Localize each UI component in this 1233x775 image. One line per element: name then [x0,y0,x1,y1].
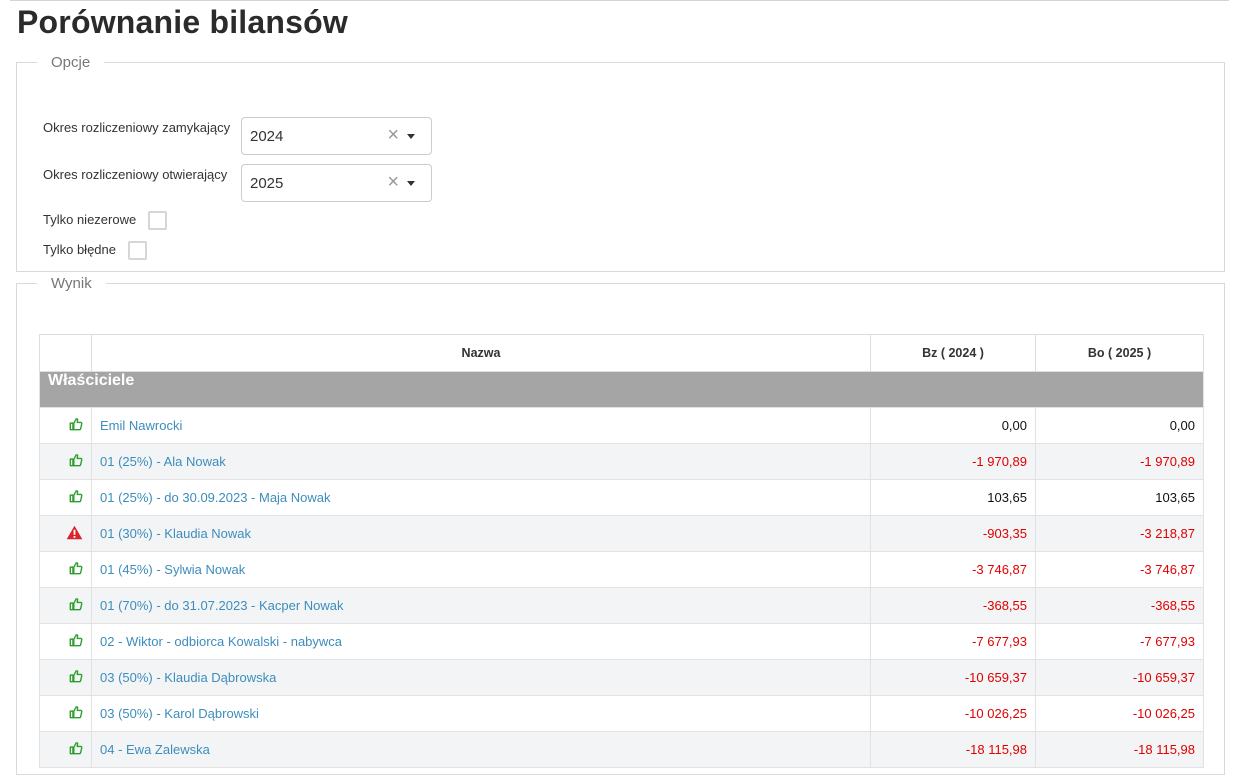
bo-column-header[interactable]: Bo ( 2025 ) [1035,334,1204,372]
name-column-header[interactable]: Nazwa [91,334,871,372]
status-cell [39,731,92,768]
bz-value: -10 026,25 [870,695,1036,732]
options-panel: Opcje Okres rozliczeniowy zamykający 202… [16,54,1225,272]
status-cell [39,623,92,660]
thumbs-up-icon [69,742,83,758]
thumbs-up-icon [69,562,83,578]
bo-value: -10 659,37 [1035,659,1204,696]
clear-icon[interactable]: × [387,124,399,146]
closing-period-select[interactable]: 2024 × [241,117,432,155]
closing-period-value: 2024 [250,128,284,145]
table-header-row: Nazwa Bz ( 2024 ) Bo ( 2025 ) [39,334,1204,372]
opening-period-select[interactable]: 2025 × [241,164,432,202]
status-cell [39,407,92,444]
name-cell: Emil Nawrocki [91,407,871,444]
thumbs-up-icon [69,490,83,506]
balance-comparison-table: Nazwa Bz ( 2024 ) Bo ( 2025 ) Właściciel… [39,334,1204,768]
owner-link[interactable]: Emil Nawrocki [100,418,182,433]
bo-value: -18 115,98 [1035,731,1204,768]
options-legend: Opcje [51,54,91,71]
status-cell [39,587,92,624]
table-row: 01 (70%) - do 31.07.2023 - Kacper Nowak -… [39,587,1204,624]
owner-link[interactable]: 01 (25%) - Ala Nowak [100,454,226,469]
opening-period-label: Okres rozliczeniowy otwierający [43,167,228,182]
clear-icon[interactable]: × [387,171,399,193]
status-cell [39,659,92,696]
table-row: 02 - Wiktor - odbiorca Kowalski - nabywc… [39,623,1204,660]
bz-value: -18 115,98 [870,731,1036,768]
owner-link[interactable]: 01 (70%) - do 31.07.2023 - Kacper Nowak [100,598,344,613]
thumbs-up-icon [69,670,83,686]
table-row: 01 (30%) - Klaudia Nowak -903,35 -3 218,87 [39,515,1204,552]
name-cell: 01 (70%) - do 31.07.2023 - Kacper Nowak [91,587,871,624]
name-cell: 01 (45%) - Sylwia Nowak [91,551,871,588]
errors-only-label: Tylko błędne [43,242,116,257]
bz-column-header[interactable]: Bz ( 2024 ) [870,334,1036,372]
bz-value: 0,00 [870,407,1036,444]
page-title: Porównanie bilansów [17,4,348,40]
result-legend: Wynik [51,275,92,292]
name-cell: 01 (30%) - Klaudia Nowak [91,515,871,552]
owner-link[interactable]: 03 (50%) - Karol Dąbrowski [100,706,259,721]
bo-value: -368,55 [1035,587,1204,624]
table-row: 01 (25%) - Ala Nowak -1 970,89 -1 970,89 [39,443,1204,480]
status-cell [39,515,92,552]
owner-link[interactable]: 02 - Wiktor - odbiorca Kowalski - nabywc… [100,634,342,649]
table-row: Emil Nawrocki 0,00 0,00 [39,407,1204,444]
status-cell [39,551,92,588]
thumbs-up-icon [69,598,83,614]
errors-only-checkbox[interactable] [128,241,147,260]
bz-value: -903,35 [870,515,1036,552]
name-cell: 01 (25%) - do 30.09.2023 - Maja Nowak [91,479,871,516]
thumbs-up-icon [69,454,83,470]
name-cell: 03 (50%) - Karol Dąbrowski [91,695,871,732]
name-cell: 04 - Ewa Zalewska [91,731,871,768]
status-cell [39,443,92,480]
bo-value: 0,00 [1035,407,1204,444]
name-cell: 01 (25%) - Ala Nowak [91,443,871,480]
opening-period-value: 2025 [250,175,284,192]
bo-value: -1 970,89 [1035,443,1204,480]
group-header: Właściciele [39,371,1204,408]
bo-value: 103,65 [1035,479,1204,516]
top-divider [10,0,1229,1]
thumbs-up-icon [69,418,83,434]
owner-link[interactable]: 03 (50%) - Klaudia Dąbrowska [100,670,276,685]
nonzero-only-checkbox[interactable] [148,211,167,230]
chevron-down-icon[interactable] [407,181,415,186]
name-cell: 02 - Wiktor - odbiorca Kowalski - nabywc… [91,623,871,660]
owner-link[interactable]: 04 - Ewa Zalewska [100,742,210,757]
bo-value: -10 026,25 [1035,695,1204,732]
table-row: 01 (45%) - Sylwia Nowak -3 746,87 -3 746,8… [39,551,1204,588]
bz-value: -368,55 [870,587,1036,624]
result-panel: Wynik Nazwa Bz ( 2024 ) Bo ( 2025 ) Właś… [16,275,1225,775]
status-cell [39,479,92,516]
nonzero-only-label: Tylko niezerowe [43,212,137,227]
status-column-header [39,334,92,372]
name-cell: 03 (50%) - Klaudia Dąbrowska [91,659,871,696]
table-row: 03 (50%) - Klaudia Dąbrowska -10 659,37 -1… [39,659,1204,696]
bo-value: -7 677,93 [1035,623,1204,660]
bz-value: -3 746,87 [870,551,1036,588]
warning-icon [66,525,83,543]
owner-link[interactable]: 01 (25%) - do 30.09.2023 - Maja Nowak [100,490,331,505]
bo-value: -3 218,87 [1035,515,1204,552]
bz-value: -7 677,93 [870,623,1036,660]
status-cell [39,695,92,732]
bz-value: 103,65 [870,479,1036,516]
owner-link[interactable]: 01 (45%) - Sylwia Nowak [100,562,245,577]
closing-period-label: Okres rozliczeniowy zamykający [43,120,231,135]
owner-link[interactable]: 01 (30%) - Klaudia Nowak [100,526,251,541]
bo-value: -3 746,87 [1035,551,1204,588]
table-row: 01 (25%) - do 30.09.2023 - Maja Nowak 103… [39,479,1204,516]
bz-value: -1 970,89 [870,443,1036,480]
thumbs-up-icon [69,634,83,650]
table-row: 03 (50%) - Karol Dąbrowski -10 026,25 -10 … [39,695,1204,732]
chevron-down-icon[interactable] [407,134,415,139]
thumbs-up-icon [69,706,83,722]
group-header-row: Właściciele [39,371,1204,408]
bz-value: -10 659,37 [870,659,1036,696]
table-row: 04 - Ewa Zalewska -18 115,98 -18 115,98 [39,731,1204,768]
